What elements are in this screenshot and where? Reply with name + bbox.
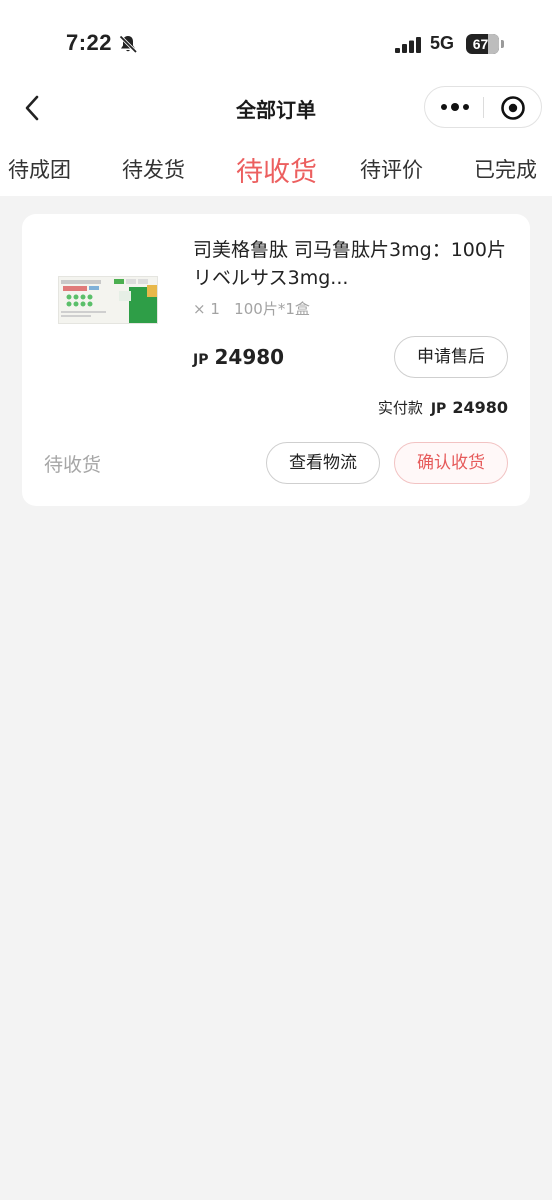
- tab-pending-review[interactable]: 待评价: [360, 154, 423, 184]
- battery-icon: 67: [466, 34, 504, 54]
- more-dots-icon: [441, 103, 469, 111]
- tab-pending-group[interactable]: 待成团: [8, 154, 71, 184]
- close-button[interactable]: [499, 95, 527, 121]
- product-title[interactable]: 司美格鲁肽 司马鲁肽片3mg：100片 リベルサス3mg...: [193, 236, 525, 292]
- mini-program-capsule: [424, 86, 542, 128]
- order-card[interactable]: 司美格鲁肽 司马鲁肽片3mg：100片 リベルサス3mg... × 1 100片…: [22, 214, 530, 506]
- tab-pending-shipment[interactable]: 待发货: [122, 154, 185, 184]
- capsule-divider: [483, 97, 484, 118]
- paid-currency: JP: [430, 401, 447, 417]
- signal-icon: [395, 37, 421, 53]
- status-bar: 7:22 5G 67: [0, 0, 552, 80]
- price-currency: JP: [193, 352, 209, 368]
- order-status-tabs: 待成团 待发货 待收货 待评价 已完成: [0, 140, 552, 196]
- product-spec: × 1 100片*1盒: [193, 300, 310, 318]
- order-status-label: 待收货: [44, 454, 102, 476]
- status-time: 7:22: [66, 30, 113, 55]
- paid-amount: 24980: [452, 398, 508, 417]
- product-price: JP 24980: [193, 345, 284, 369]
- top-area: 7:22 5G 67 全部订单 待成团 待发货 待收货 待评价 已完成: [0, 0, 552, 196]
- nav-bar: 全部订单: [0, 84, 552, 132]
- after-sales-button[interactable]: 申请售后: [394, 336, 508, 378]
- tab-completed[interactable]: 已完成: [474, 154, 537, 184]
- paid-label: 实付款: [377, 399, 423, 417]
- bell-slash-icon: [119, 35, 138, 54]
- view-logistics-button[interactable]: 查看物流: [266, 442, 380, 484]
- product-package-image: [59, 277, 157, 323]
- tab-pending-receipt[interactable]: 待收货: [236, 150, 317, 189]
- battery-level: 67: [466, 34, 499, 54]
- network-label: 5G: [430, 33, 455, 53]
- paid-amount-row: 实付款 JP 24980: [378, 397, 508, 418]
- more-button[interactable]: [437, 95, 473, 119]
- battery-text: 67: [472, 36, 489, 52]
- confirm-receipt-button[interactable]: 确认收货: [394, 442, 508, 484]
- close-circle-icon: [501, 96, 525, 120]
- product-image[interactable]: [58, 276, 158, 324]
- price-value: 24980: [214, 345, 285, 369]
